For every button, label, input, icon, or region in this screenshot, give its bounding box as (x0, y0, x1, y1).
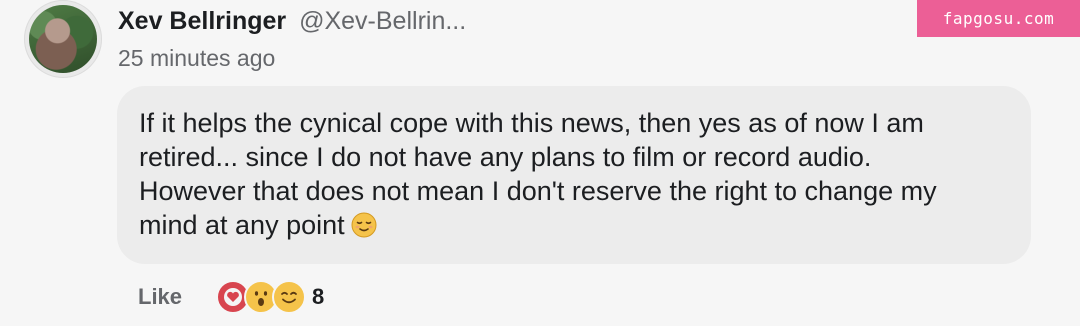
comment-bubble: If it helps the cynical cope with this n… (117, 86, 1031, 264)
author-handle[interactable]: @Xev-Bellrin... (299, 7, 466, 35)
relieved-face-emoji-icon (351, 212, 377, 238)
comment-text: If it helps the cynical cope with this n… (139, 108, 937, 240)
avatar-photo (29, 5, 97, 73)
comment-header: Xev Bellringer @Xev-Bellrin... 25 minute… (118, 6, 898, 72)
comment-footer: Like 8 (138, 280, 324, 314)
reaction-summary[interactable]: 8 (216, 280, 324, 314)
author-name[interactable]: Xev Bellringer (118, 7, 286, 35)
author-line: Xev Bellringer @Xev-Bellrin... (118, 6, 898, 36)
watermark: fapgosu.com (917, 0, 1080, 37)
comment-body: If it helps the cynical cope with this n… (139, 106, 1009, 242)
smile-face-icon (272, 280, 307, 314)
avatar[interactable] (24, 0, 102, 78)
like-button[interactable]: Like (138, 284, 182, 310)
reaction-count: 8 (312, 284, 325, 309)
timestamp[interactable]: 25 minutes ago (118, 45, 898, 72)
